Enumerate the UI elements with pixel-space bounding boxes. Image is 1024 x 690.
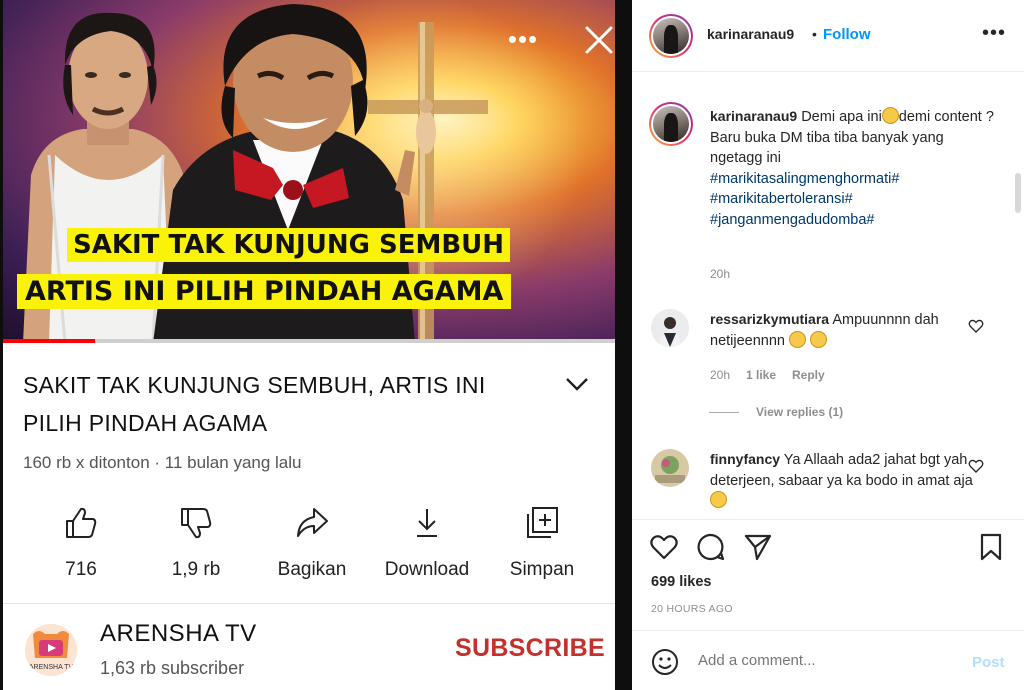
embedded-screenshot: ••• SAKIT TAK KUNJUNG SEMBUH ARTIS INI P… xyxy=(0,0,632,690)
caption-text-1: Demi apa ini xyxy=(801,109,882,125)
post-timestamp: 20 HOURS AGO xyxy=(651,603,733,615)
video-title: SAKIT TAK KUNJUNG SEMBUH, ARTIS INI PILI… xyxy=(23,372,486,436)
grimacing-face-emoji-icon xyxy=(710,491,727,508)
youtube-screenshot: ••• SAKIT TAK KUNJUNG SEMBUH ARTIS INI P… xyxy=(3,0,615,690)
comment-username[interactable]: ressarizkymutiara xyxy=(710,311,829,327)
bookmark-icon[interactable] xyxy=(976,532,1006,562)
subscriber-count: 1,63 rb subscriber xyxy=(100,658,245,678)
share-label: Bagikan xyxy=(277,559,347,580)
video-progress-bar[interactable] xyxy=(3,339,615,343)
chevron-down-icon[interactable] xyxy=(563,374,591,394)
astonished-face-emoji-icon xyxy=(810,330,828,348)
thumbs-down-icon xyxy=(181,508,212,539)
download-label: Download xyxy=(384,559,470,580)
video-meta: 160 rb x ditonton · 11 bulan yang lalu xyxy=(23,453,302,472)
caption-avatar[interactable] xyxy=(649,102,693,146)
share-direct-icon[interactable] xyxy=(743,532,773,562)
video-action-bar: 716 1,9 rb Bagikan Download Simpan xyxy=(3,505,615,595)
like-button[interactable]: 716 xyxy=(26,505,136,581)
subscribe-button[interactable]: SUBSCRIBE xyxy=(455,634,605,663)
divider xyxy=(632,630,1024,631)
close-icon[interactable] xyxy=(581,22,615,58)
commenter-avatar[interactable] xyxy=(651,449,689,487)
add-comment-input[interactable] xyxy=(698,652,958,669)
video-progress-fill xyxy=(3,339,95,343)
avatar xyxy=(653,18,689,54)
comment-text: ressarizkymutiara Ampuunnnn dah netijeen… xyxy=(710,309,980,351)
dislike-count: 1,9 rb xyxy=(171,559,221,580)
comment-username[interactable]: finnyfancy xyxy=(710,451,780,467)
poster-avatar[interactable] xyxy=(649,14,693,58)
channel-logo-text: ARENSHA TV xyxy=(29,664,74,671)
share-button[interactable]: Bagikan xyxy=(257,505,367,581)
comments-section[interactable]: karinaranau9 Demi apa ini demi content ? … xyxy=(632,73,1024,519)
scrollbar[interactable] xyxy=(1015,173,1021,213)
share-icon xyxy=(297,508,328,537)
download-button[interactable]: Download xyxy=(372,505,482,581)
comment-likes[interactable]: 1 like xyxy=(746,368,776,382)
save-label: Simpan xyxy=(509,559,575,580)
post-action-bar xyxy=(632,532,1024,566)
comment-text: finnyfancy Ya Allaah ada2 jahat bgt yah … xyxy=(710,449,980,512)
channel-logo-icon: ARENSHA TV xyxy=(25,624,77,676)
divider xyxy=(632,519,1024,520)
likes-count[interactable]: 699 likes xyxy=(651,574,711,590)
channel-avatar[interactable]: ARENSHA TV xyxy=(25,624,77,676)
avatar-photo-icon xyxy=(651,309,689,347)
avatar xyxy=(653,106,689,142)
like-count: 716 xyxy=(65,559,97,580)
heart-icon[interactable] xyxy=(968,318,984,334)
post-caption: karinaranau9 Demi apa ini demi content ? … xyxy=(710,106,1000,230)
like-heart-icon[interactable] xyxy=(649,532,679,562)
commenter-avatar[interactable] xyxy=(651,309,689,347)
emoji-picker-icon[interactable] xyxy=(651,648,679,676)
divider xyxy=(3,603,615,604)
header-username[interactable]: karinaranau9 xyxy=(707,26,794,42)
post-header: karinaranau9 • Follow ••• xyxy=(632,0,1024,72)
caption-text-3: Baru buka DM tiba tiba banyak yang ngeta… xyxy=(710,129,944,167)
more-options-icon[interactable]: ••• xyxy=(503,24,543,54)
caption-time: 20h xyxy=(710,267,731,281)
post-comment-button[interactable]: Post xyxy=(972,654,1005,671)
comment-time: 20h xyxy=(710,368,731,382)
view-replies-button[interactable]: View replies (1) xyxy=(756,405,843,419)
follow-button[interactable]: Follow xyxy=(823,26,871,43)
avatar-photo-icon xyxy=(651,449,689,487)
thumbnail-caption-top: SAKIT TAK KUNJUNG SEMBUH xyxy=(67,228,511,262)
caption-text-2: demi content ? xyxy=(898,109,994,125)
channel-name[interactable]: ARENSHA TV xyxy=(100,620,257,648)
download-icon xyxy=(417,509,437,537)
dislike-button[interactable]: 1,9 rb xyxy=(141,505,251,581)
thumbnail-caption-bottom: ARTIS INI PILIH PINDAH AGAMA xyxy=(17,274,512,309)
astonished-face-emoji-icon xyxy=(789,330,807,348)
heart-icon[interactable] xyxy=(968,458,984,474)
comment-icon[interactable] xyxy=(696,532,726,562)
hashtag-link[interactable]: #janganmengadudomba# xyxy=(710,212,874,228)
video-thumbnail[interactable]: ••• SAKIT TAK KUNJUNG SEMBUH ARTIS INI P… xyxy=(3,0,615,343)
divider xyxy=(709,412,739,413)
more-options-icon[interactable]: ••• xyxy=(982,22,1006,45)
separator-dot: • xyxy=(812,26,817,42)
hashtag-link[interactable]: #marikitabertoleransi# xyxy=(710,191,853,207)
instagram-post-panel: karinaranau9 • Follow ••• karinaranau9 D… xyxy=(632,0,1024,690)
save-button[interactable]: Simpan xyxy=(487,505,597,581)
thumbs-up-icon xyxy=(66,507,97,538)
save-playlist-icon xyxy=(527,507,558,538)
worried-face-emoji-icon xyxy=(881,107,899,124)
caption-username[interactable]: karinaranau9 xyxy=(710,108,797,124)
hashtag-link[interactable]: #marikitasalingmenghormati# xyxy=(710,171,899,187)
reply-button[interactable]: Reply xyxy=(792,368,825,382)
